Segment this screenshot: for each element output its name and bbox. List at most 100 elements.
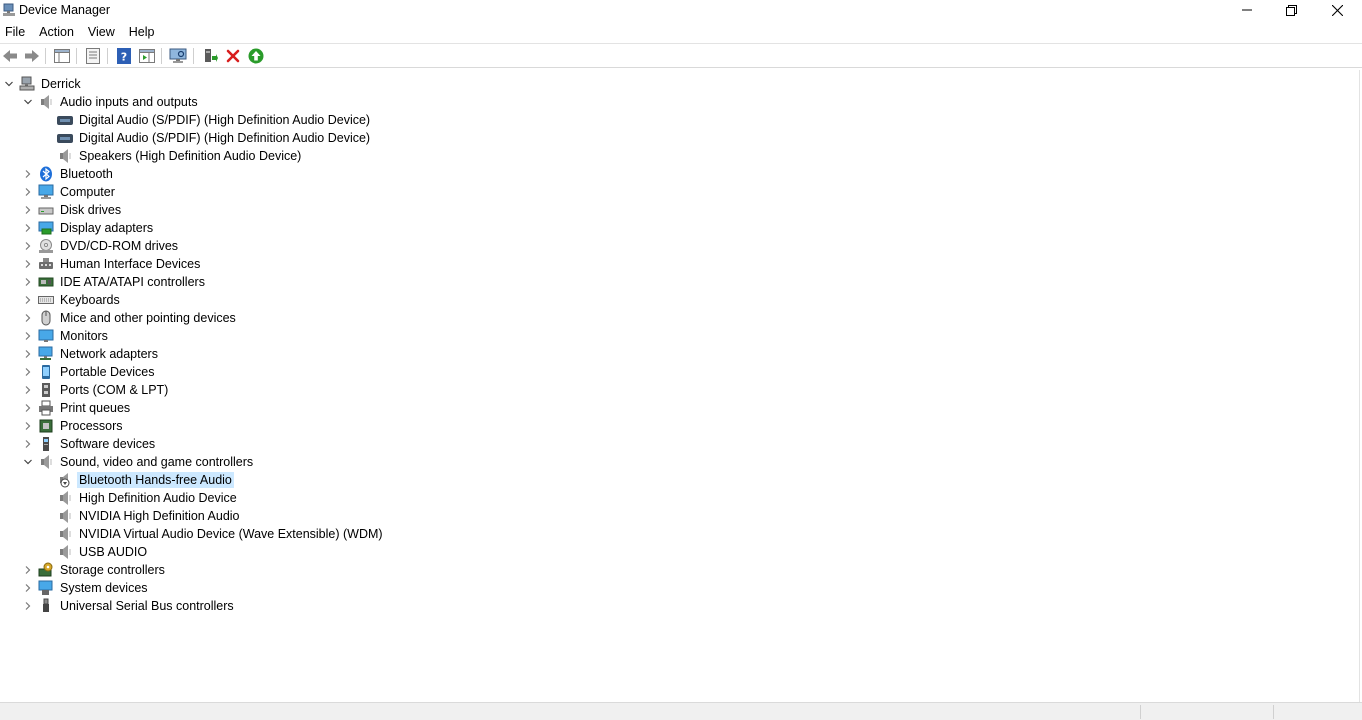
tree-item-label: Computer (60, 185, 115, 199)
tree-item-speakers-high-definition-audio-device[interactable]: Speakers (High Definition Audio Device) (0, 147, 1340, 165)
tree-item-label: Human Interface Devices (60, 257, 201, 271)
properties-button[interactable] (83, 47, 103, 65)
ide-controller-icon (38, 274, 54, 290)
tree-item-nvidia-high-definition-audio[interactable]: NVIDIA High Definition Audio (0, 507, 1340, 525)
device-tree[interactable]: Derrick Audio inputs and outputs Digital A… (0, 70, 1360, 702)
tree-item-label: Derrick (41, 77, 81, 91)
console-tree-button[interactable] (52, 47, 72, 65)
tree-item-label: Processors (60, 419, 123, 433)
tree-item-dvd-cd-rom-drives[interactable]: DVD/CD-ROM drives (0, 237, 1340, 255)
tree-item-processors[interactable]: Processors (0, 417, 1340, 435)
update-driver-icon (248, 48, 264, 64)
toolbar: ? (0, 45, 1362, 67)
expand-chevron-icon[interactable] (23, 565, 33, 575)
tree-item-label: Ports (COM & LPT) (60, 383, 169, 397)
expand-chevron-icon[interactable] (23, 313, 33, 323)
collapse-chevron-icon[interactable] (23, 97, 33, 107)
collapse-chevron-icon[interactable] (4, 79, 14, 89)
menu-help[interactable]: Help (122, 22, 162, 42)
tree-item-label: Universal Serial Bus controllers (60, 599, 234, 613)
help-button[interactable]: ? (114, 47, 134, 65)
tree-item-bluetooth-hands-free-audio[interactable]: Bluetooth Hands-free Audio (0, 471, 1340, 489)
expand-chevron-icon[interactable] (23, 331, 33, 341)
tree-item-sound-video-and-game-controllers[interactable]: Sound, video and game controllers (0, 453, 1340, 471)
tree-item-universal-serial-bus-controllers[interactable]: Universal Serial Bus controllers (0, 597, 1340, 615)
tree-item-portable-devices[interactable]: Portable Devices (0, 363, 1340, 381)
expand-chevron-icon[interactable] (23, 259, 33, 269)
tree-item-network-adapters[interactable]: Network adapters (0, 345, 1340, 363)
tree-item-software-devices[interactable]: Software devices (0, 435, 1340, 453)
tree-item-label: Mice and other pointing devices (60, 311, 236, 325)
status-bar (0, 702, 1362, 720)
tree-item-disk-drives[interactable]: Disk drives (0, 201, 1340, 219)
tree-item-high-definition-audio-device[interactable]: High Definition Audio Device (0, 489, 1340, 507)
expand-chevron-icon[interactable] (23, 169, 33, 179)
tree-item-label: Digital Audio (S/PDIF) (High Definition … (79, 113, 371, 127)
add-driver-button[interactable] (200, 47, 220, 65)
close-button[interactable] (1314, 0, 1360, 20)
tree-item-label: IDE ATA/ATAPI controllers (60, 275, 205, 289)
show-action-pane-icon (139, 49, 155, 63)
window-title: Device Manager (19, 3, 111, 17)
collapse-chevron-icon[interactable] (23, 457, 33, 467)
tree-item-print-queues[interactable]: Print queues (0, 399, 1340, 417)
tree-item-digital-audio-s-pdif-high-definition-audio-device[interactable]: Digital Audio (S/PDIF) (High Definition … (0, 111, 1340, 129)
speaker-icon (57, 490, 73, 506)
tree-item-storage-controllers[interactable]: Storage controllers (0, 561, 1340, 579)
add-driver-icon (205, 49, 218, 62)
restore-button[interactable] (1268, 0, 1314, 20)
tree-item-display-adapters[interactable]: Display adapters (0, 219, 1340, 237)
expand-chevron-icon[interactable] (23, 367, 33, 377)
action-pane-button[interactable] (137, 47, 157, 65)
printer-icon (38, 400, 54, 416)
tree-item-mice-and-other-pointing-devices[interactable]: Mice and other pointing devices (0, 309, 1340, 327)
menu-action[interactable]: Action (32, 22, 81, 42)
menu-view[interactable]: View (81, 22, 122, 42)
tree-item-ports-com-lpt[interactable]: Ports (COM & LPT) (0, 381, 1340, 399)
expand-chevron-icon[interactable] (23, 439, 33, 449)
tree-item-computer[interactable]: Computer (0, 183, 1340, 201)
tree-item-label: Display adapters (60, 221, 154, 235)
tree-item-label: Software devices (60, 437, 156, 451)
spdif-port-icon (57, 130, 73, 146)
expand-chevron-icon[interactable] (23, 241, 33, 251)
expand-chevron-icon[interactable] (23, 205, 33, 215)
computer-root-icon (19, 76, 35, 92)
forward-button[interactable] (22, 47, 42, 65)
expand-chevron-icon[interactable] (23, 421, 33, 431)
tree-item-bluetooth[interactable]: Bluetooth (0, 165, 1340, 183)
scan-hardware-button[interactable] (168, 47, 188, 65)
tree-item-system-devices[interactable]: System devices (0, 579, 1340, 597)
tree-item-nvidia-virtual-audio-device-wave-extensible-wdm[interactable]: NVIDIA Virtual Audio Device (Wave Extens… (0, 525, 1340, 543)
menu-file[interactable]: File (0, 22, 32, 42)
close-icon (1331, 4, 1343, 16)
expand-chevron-icon[interactable] (23, 385, 33, 395)
tree-item-derrick[interactable]: Derrick (0, 75, 1340, 93)
expand-chevron-icon[interactable] (23, 187, 33, 197)
tree-item-usb-audio[interactable]: USB AUDIO (0, 543, 1340, 561)
tree-item-keyboards[interactable]: Keyboards (0, 291, 1340, 309)
spdif-port-icon (57, 112, 73, 128)
expand-chevron-icon[interactable] (23, 295, 33, 305)
properties-icon (86, 48, 100, 64)
uninstall-device-button[interactable] (223, 47, 243, 65)
expand-chevron-icon[interactable] (23, 583, 33, 593)
expand-chevron-icon[interactable] (23, 403, 33, 413)
expand-chevron-icon[interactable] (23, 223, 33, 233)
tree-item-label: Keyboards (60, 293, 120, 307)
processor-icon (38, 418, 54, 434)
back-button[interactable] (0, 47, 20, 65)
tree-item-audio-inputs-and-outputs[interactable]: Audio inputs and outputs (0, 93, 1340, 111)
update-driver-button[interactable] (246, 47, 266, 65)
speaker-icon (57, 148, 73, 164)
tree-item-human-interface-devices[interactable]: Human Interface Devices (0, 255, 1340, 273)
tree-item-ide-ata-atapi-controllers[interactable]: IDE ATA/ATAPI controllers (0, 273, 1340, 291)
tree-item-digital-audio-s-pdif-high-definition-audio-device[interactable]: Digital Audio (S/PDIF) (High Definition … (0, 129, 1340, 147)
monitor-icon (38, 328, 54, 344)
expand-chevron-icon[interactable] (23, 601, 33, 611)
expand-chevron-icon[interactable] (23, 349, 33, 359)
back-icon (3, 50, 17, 62)
expand-chevron-icon[interactable] (23, 277, 33, 287)
minimize-button[interactable] (1224, 0, 1270, 20)
tree-item-monitors[interactable]: Monitors (0, 327, 1340, 345)
